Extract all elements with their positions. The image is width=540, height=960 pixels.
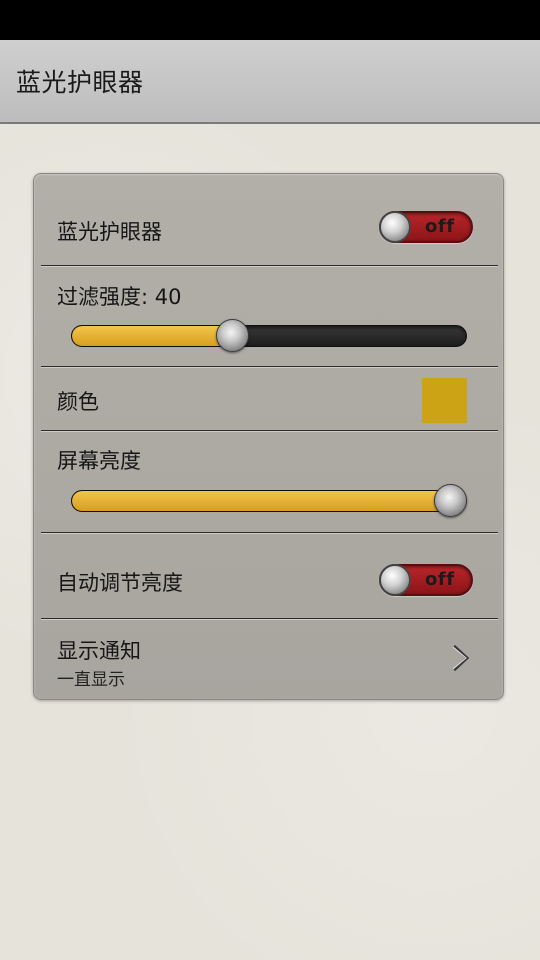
notification-sublabel: 一直显示 bbox=[57, 670, 125, 690]
auto-brightness-row[interactable]: 自动调节亮度 off bbox=[34, 535, 505, 619]
settings-panel: 蓝光护眼器 off 过滤强度: 40 颜色 屏幕亮度 自动调节亮度 off 显示… bbox=[33, 173, 504, 700]
brightness-row: 屏幕亮度 bbox=[34, 433, 505, 532]
notification-label: 显示通知 bbox=[57, 639, 141, 663]
divider bbox=[41, 366, 498, 368]
notification-row[interactable]: 显示通知 一直显示 bbox=[34, 621, 505, 699]
status-bar bbox=[0, 0, 540, 40]
app-title: 蓝光护眼器 bbox=[16, 68, 144, 97]
app-bar: 蓝光护眼器 bbox=[0, 40, 540, 124]
auto-brightness-toggle[interactable]: off bbox=[379, 564, 473, 596]
filter-slider-fill bbox=[72, 326, 234, 346]
brightness-slider-fill bbox=[72, 491, 452, 511]
divider bbox=[41, 265, 498, 267]
toggle-knob bbox=[379, 564, 411, 596]
bluelight-label: 蓝光护眼器 bbox=[57, 220, 162, 244]
filter-slider-thumb[interactable] bbox=[216, 319, 250, 352]
toggle-state-text: off bbox=[425, 569, 455, 590]
toggle-state-text: off bbox=[425, 216, 455, 237]
auto-brightness-label: 自动调节亮度 bbox=[57, 571, 183, 595]
divider bbox=[41, 618, 498, 620]
filter-label: 过滤强度: 40 bbox=[57, 285, 182, 309]
divider bbox=[41, 430, 498, 432]
color-label: 颜色 bbox=[57, 390, 99, 414]
divider bbox=[41, 532, 498, 534]
filter-row: 过滤强度: 40 bbox=[34, 268, 505, 366]
toggle-knob bbox=[379, 211, 411, 243]
bluelight-toggle[interactable]: off bbox=[379, 211, 473, 243]
brightness-slider-thumb[interactable] bbox=[434, 484, 467, 517]
filter-slider[interactable] bbox=[71, 325, 467, 347]
chevron-right-icon bbox=[452, 644, 470, 672]
color-row[interactable]: 颜色 bbox=[34, 369, 505, 429]
brightness-slider[interactable] bbox=[71, 490, 467, 512]
color-swatch[interactable] bbox=[422, 378, 467, 423]
brightness-label: 屏幕亮度 bbox=[57, 449, 141, 473]
bluelight-row[interactable]: 蓝光护眼器 off bbox=[34, 174, 505, 266]
